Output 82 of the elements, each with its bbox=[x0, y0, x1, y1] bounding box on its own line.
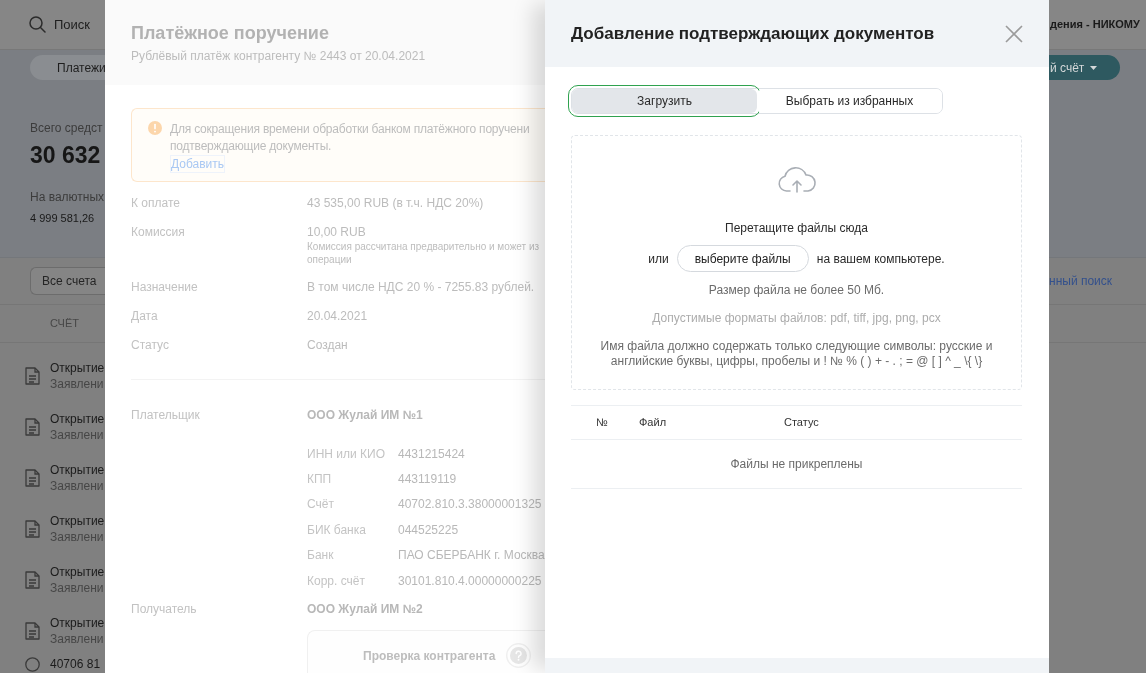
document-icon bbox=[25, 570, 40, 589]
currency-amount: 4 999 581,26 bbox=[30, 211, 95, 226]
column-header: Файл bbox=[639, 415, 668, 431]
party-name: ООО Жулай ИМ №1 bbox=[307, 407, 423, 423]
field-label: Назначение bbox=[131, 279, 199, 295]
currency-label: На валютных bbox=[30, 189, 105, 205]
requisite-label: Корр. счёт bbox=[307, 572, 366, 590]
party-label: Получатель bbox=[131, 601, 198, 618]
requisite-value: 044525225 bbox=[398, 521, 459, 539]
field-label: Комиссия bbox=[131, 224, 186, 241]
close-button[interactable] bbox=[1005, 24, 1023, 43]
search-button[interactable]: Поиск bbox=[29, 16, 91, 33]
after-text: на вашем компьютере. bbox=[816, 250, 945, 268]
empty-table-message: Файлы не прикреплены bbox=[730, 456, 863, 473]
formats-hint: Допустимые форматы файлов: pdf, tiff, jpg, png, pcx bbox=[652, 310, 941, 326]
row-title: Открытие bbox=[50, 614, 105, 631]
size-hint: Размер файла не более 50 Мб. bbox=[708, 282, 885, 298]
caret-icon bbox=[1090, 65, 1098, 70]
column-header: Статус bbox=[784, 415, 820, 431]
notice-text: Для сокращения времени обработки банком платёжного поручени подтверждающие документы. bbox=[170, 121, 530, 155]
close-icon bbox=[1005, 24, 1023, 43]
field-note: Комиссия рассчитана предварительно и может из операции bbox=[307, 240, 540, 266]
document-icon bbox=[25, 621, 40, 640]
row-title: Открытие bbox=[50, 461, 105, 478]
drag-hint: Перетащите файлы сюда bbox=[725, 220, 868, 236]
row-subtitle: Заявлени bbox=[50, 477, 105, 494]
cloud-upload-icon bbox=[776, 166, 817, 194]
document-icon bbox=[25, 366, 40, 385]
field-value: Создан bbox=[307, 337, 348, 353]
total-label: Всего средст bbox=[30, 120, 103, 136]
help-icon bbox=[506, 643, 532, 669]
row-subtitle: Заявлени bbox=[50, 426, 105, 443]
or-text: или bbox=[648, 250, 669, 268]
field-label: Дата bbox=[131, 308, 159, 324]
file-dropzone[interactable] bbox=[571, 135, 1022, 390]
party-label: Плательщик bbox=[131, 407, 201, 423]
requisite-label: Банк bbox=[307, 547, 335, 565]
organization-name: дения - НИКОМУ bbox=[1050, 17, 1140, 33]
row-title: 40706 81 bbox=[50, 657, 101, 671]
modal-title: Добавление подтверждающих документов bbox=[571, 22, 935, 45]
document-icon bbox=[25, 417, 40, 436]
requisite-value: 30101.810.4.00000000225 bbox=[398, 572, 542, 590]
field-label: К оплате bbox=[131, 195, 181, 211]
field-value: 43 535,00 RUB (в т.ч. НДС 20%) bbox=[307, 195, 484, 211]
document-icon bbox=[25, 468, 40, 487]
row-title: Открытие bbox=[50, 359, 105, 376]
requisite-value: ПАО СБЕРБАНК г. Москва bbox=[398, 547, 545, 565]
column-header: СЧЁТ bbox=[50, 316, 79, 332]
nav-tab[interactable]: Платежи bbox=[30, 55, 105, 80]
requisite-label: Счёт bbox=[307, 496, 335, 514]
document-icon bbox=[25, 519, 40, 538]
panel-title: Платёжное поручение bbox=[131, 22, 330, 44]
requisite-label: ИНН или КИО bbox=[307, 445, 386, 463]
field-value: 20.04.2021 bbox=[307, 308, 368, 324]
choose-files-button[interactable]: выберите файлы bbox=[676, 245, 809, 272]
new-account-button[interactable]: й счёт bbox=[1049, 55, 1120, 80]
counterparty-check-title: Проверка контрагента bbox=[363, 647, 496, 665]
account-filter-select[interactable]: Все счета bbox=[30, 267, 105, 295]
search-icon bbox=[29, 16, 46, 33]
row-title: Открытие bbox=[50, 410, 105, 427]
requisite-value: 40702.810.3.38000001325 bbox=[398, 496, 542, 514]
total-amount: 30 632 bbox=[30, 141, 101, 169]
row-title: Открытие bbox=[50, 563, 105, 580]
row-subtitle: Заявлени bbox=[50, 528, 105, 545]
field-label: Статус bbox=[131, 337, 170, 353]
warning-icon bbox=[148, 121, 162, 135]
party-name: ООО Жулай ИМ №2 bbox=[307, 601, 423, 618]
field-value: 10,00 RUB bbox=[307, 224, 367, 240]
circle-icon bbox=[25, 657, 40, 672]
row-subtitle: Заявлени bbox=[50, 375, 105, 392]
segment-tab[interactable]: Выбрать из избранных bbox=[757, 89, 942, 113]
requisite-label: БИК банка bbox=[307, 521, 367, 539]
row-subtitle: Заявлени bbox=[50, 579, 105, 596]
panel-subtitle: Рублёвый платёж контрагенту № 2443 от 20.04.2021 bbox=[131, 49, 427, 63]
field-value: В том числе НДС 20 % - 7255.83 рублей. bbox=[307, 279, 535, 295]
column-header: № bbox=[595, 415, 609, 431]
row-subtitle: Заявлени bbox=[50, 630, 105, 647]
requisite-value: 443119119 bbox=[398, 471, 457, 489]
requisite-label: КПП bbox=[307, 471, 333, 489]
requisite-value: 4431215424 bbox=[398, 445, 465, 463]
row-title: Открытие bbox=[50, 512, 105, 529]
filename-hint: Имя файла должно содержать только следующие символы: русские и английские буквы, цифры, пробелы и ! № % ( ) + - . ; = @ [ ] ^ _ \{ \} bbox=[600, 339, 993, 369]
